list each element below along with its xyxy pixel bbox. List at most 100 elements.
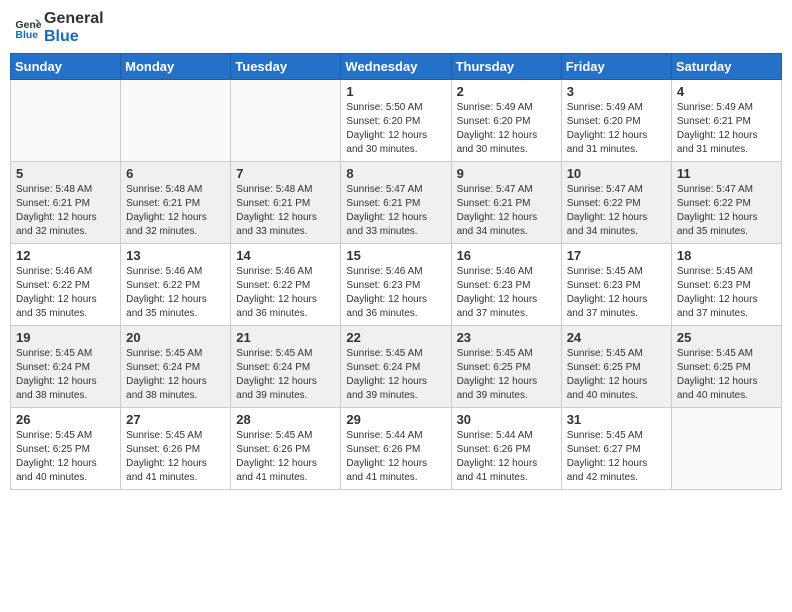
- calendar-cell: 20 Sunrise: 5:45 AM Sunset: 6:24 PM Dayli…: [121, 326, 231, 408]
- day-number: 9: [457, 166, 556, 181]
- day-info: Sunrise: 5:45 AM Sunset: 6:25 PM Dayligh…: [677, 347, 776, 403]
- logo-icon: General Blue: [14, 14, 42, 42]
- svg-text:Blue: Blue: [15, 28, 38, 40]
- calendar-cell: [11, 80, 121, 162]
- logo: General Blue General Blue: [14, 10, 104, 45]
- calendar-cell: 15 Sunrise: 5:46 AM Sunset: 6:23 PM Dayli…: [341, 244, 451, 326]
- calendar-cell: 18 Sunrise: 5:45 AM Sunset: 6:23 PM Dayli…: [671, 244, 781, 326]
- day-info: Sunrise: 5:45 AM Sunset: 6:26 PM Dayligh…: [236, 429, 335, 485]
- day-number: 28: [236, 412, 335, 427]
- day-number: 15: [346, 248, 445, 263]
- day-number: 7: [236, 166, 335, 181]
- day-info: Sunrise: 5:48 AM Sunset: 6:21 PM Dayligh…: [126, 183, 225, 239]
- calendar-week-4: 19 Sunrise: 5:45 AM Sunset: 6:24 PM Dayli…: [11, 326, 782, 408]
- day-info: Sunrise: 5:48 AM Sunset: 6:21 PM Dayligh…: [16, 183, 115, 239]
- day-number: 25: [677, 330, 776, 345]
- calendar-cell: 9 Sunrise: 5:47 AM Sunset: 6:21 PM Daylig…: [451, 162, 561, 244]
- day-number: 14: [236, 248, 335, 263]
- calendar-cell: 12 Sunrise: 5:46 AM Sunset: 6:22 PM Dayli…: [11, 244, 121, 326]
- day-number: 1: [346, 84, 445, 99]
- day-number: 29: [346, 412, 445, 427]
- day-info: Sunrise: 5:44 AM Sunset: 6:26 PM Dayligh…: [346, 429, 445, 485]
- calendar-table: SundayMondayTuesdayWednesdayThursdayFrid…: [10, 53, 782, 490]
- day-info: Sunrise: 5:46 AM Sunset: 6:23 PM Dayligh…: [346, 265, 445, 321]
- calendar-cell: 19Sunrise: 5:45 AM Sunset: 6:24 PM Dayli…: [11, 326, 121, 408]
- day-number: 3: [567, 84, 666, 99]
- calendar-cell: [671, 408, 781, 490]
- day-info: Sunrise: 5:46 AM Sunset: 6:22 PM Dayligh…: [16, 265, 115, 321]
- day-number: 27: [126, 412, 225, 427]
- calendar-cell: 3Sunrise: 5:49 AM Sunset: 6:20 PM Daylig…: [561, 80, 671, 162]
- day-number: 26: [16, 412, 115, 427]
- day-info: Sunrise: 5:45 AM Sunset: 6:27 PM Dayligh…: [567, 429, 666, 485]
- day-info: Sunrise: 5:48 AM Sunset: 6:21 PM Dayligh…: [236, 183, 335, 239]
- day-number: 20: [126, 330, 225, 345]
- calendar-cell: 23 Sunrise: 5:45 AM Sunset: 6:25 PM Dayli…: [451, 326, 561, 408]
- weekday-header-wednesday: Wednesday: [341, 54, 451, 80]
- day-number: 23: [457, 330, 556, 345]
- day-number: 16: [457, 248, 556, 263]
- day-info: Sunrise: 5:49 AM Sunset: 6:20 PM Dayligh…: [457, 101, 556, 157]
- day-info: Sunrise: 5:45 AM Sunset: 6:25 PM Dayligh…: [567, 347, 666, 403]
- calendar-cell: 27Sunrise: 5:45 AM Sunset: 6:26 PM Dayli…: [121, 408, 231, 490]
- weekday-row: SundayMondayTuesdayWednesdayThursdayFrid…: [11, 54, 782, 80]
- calendar-cell: 10Sunrise: 5:47 AM Sunset: 6:22 PM Dayli…: [561, 162, 671, 244]
- day-info: Sunrise: 5:45 AM Sunset: 6:24 PM Dayligh…: [126, 347, 225, 403]
- day-info: Sunrise: 5:45 AM Sunset: 6:25 PM Dayligh…: [16, 429, 115, 485]
- day-info: Sunrise: 5:46 AM Sunset: 6:22 PM Dayligh…: [126, 265, 225, 321]
- page-header: General Blue General Blue: [10, 10, 782, 45]
- day-number: 2: [457, 84, 556, 99]
- day-info: Sunrise: 5:46 AM Sunset: 6:22 PM Dayligh…: [236, 265, 335, 321]
- day-number: 21: [236, 330, 335, 345]
- day-number: 8: [346, 166, 445, 181]
- calendar-week-5: 26 Sunrise: 5:45 AM Sunset: 6:25 PM Dayli…: [11, 408, 782, 490]
- day-number: 12: [16, 248, 115, 263]
- calendar-cell: 13 Sunrise: 5:46 AM Sunset: 6:22 PM Dayli…: [121, 244, 231, 326]
- day-info: Sunrise: 5:47 AM Sunset: 6:21 PM Dayligh…: [457, 183, 556, 239]
- logo-line1: General: [44, 10, 104, 28]
- calendar-header: SundayMondayTuesdayWednesdayThursdayFrid…: [11, 54, 782, 80]
- day-number: 31: [567, 412, 666, 427]
- calendar-cell: 24 Sunrise: 5:45 AM Sunset: 6:25 PM Dayli…: [561, 326, 671, 408]
- day-number: 13: [126, 248, 225, 263]
- weekday-header-sunday: Sunday: [11, 54, 121, 80]
- day-info: Sunrise: 5:45 AM Sunset: 6:24 PM Dayligh…: [346, 347, 445, 403]
- calendar-cell: 8 Sunrise: 5:47 AM Sunset: 6:21 PM Daylig…: [341, 162, 451, 244]
- calendar-cell: [231, 80, 341, 162]
- calendar-week-3: 12 Sunrise: 5:46 AM Sunset: 6:22 PM Dayli…: [11, 244, 782, 326]
- day-number: 24: [567, 330, 666, 345]
- calendar-cell: 4 Sunrise: 5:49 AM Sunset: 6:21 PM Daylig…: [671, 80, 781, 162]
- calendar-week-1: 1 Sunrise: 5:50 AM Sunset: 6:20 PM Daylig…: [11, 80, 782, 162]
- day-info: Sunrise: 5:47 AM Sunset: 6:22 PM Dayligh…: [567, 183, 666, 239]
- calendar-cell: 7 Sunrise: 5:48 AM Sunset: 6:21 PM Daylig…: [231, 162, 341, 244]
- day-number: 19: [16, 330, 115, 345]
- day-number: 11: [677, 166, 776, 181]
- day-info: Sunrise: 5:50 AM Sunset: 6:20 PM Dayligh…: [346, 101, 445, 157]
- day-info: Sunrise: 5:45 AM Sunset: 6:23 PM Dayligh…: [677, 265, 776, 321]
- calendar-cell: 1 Sunrise: 5:50 AM Sunset: 6:20 PM Daylig…: [341, 80, 451, 162]
- calendar-cell: 31 Sunrise: 5:45 AM Sunset: 6:27 PM Dayli…: [561, 408, 671, 490]
- logo-line2: Blue: [44, 28, 104, 46]
- day-info: Sunrise: 5:49 AM Sunset: 6:21 PM Dayligh…: [677, 101, 776, 157]
- calendar-cell: 26 Sunrise: 5:45 AM Sunset: 6:25 PM Dayli…: [11, 408, 121, 490]
- calendar-cell: 29 Sunrise: 5:44 AM Sunset: 6:26 PM Dayli…: [341, 408, 451, 490]
- calendar-cell: 6Sunrise: 5:48 AM Sunset: 6:21 PM Daylig…: [121, 162, 231, 244]
- day-info: Sunrise: 5:44 AM Sunset: 6:26 PM Dayligh…: [457, 429, 556, 485]
- calendar-cell: [121, 80, 231, 162]
- weekday-header-thursday: Thursday: [451, 54, 561, 80]
- day-number: 5: [16, 166, 115, 181]
- weekday-header-friday: Friday: [561, 54, 671, 80]
- day-number: 30: [457, 412, 556, 427]
- calendar-cell: 28 Sunrise: 5:45 AM Sunset: 6:26 PM Dayli…: [231, 408, 341, 490]
- calendar-cell: 22 Sunrise: 5:45 AM Sunset: 6:24 PM Dayli…: [341, 326, 451, 408]
- day-info: Sunrise: 5:47 AM Sunset: 6:21 PM Dayligh…: [346, 183, 445, 239]
- calendar-cell: 11 Sunrise: 5:47 AM Sunset: 6:22 PM Dayli…: [671, 162, 781, 244]
- day-number: 4: [677, 84, 776, 99]
- day-info: Sunrise: 5:46 AM Sunset: 6:23 PM Dayligh…: [457, 265, 556, 321]
- day-info: Sunrise: 5:47 AM Sunset: 6:22 PM Dayligh…: [677, 183, 776, 239]
- day-number: 22: [346, 330, 445, 345]
- day-number: 18: [677, 248, 776, 263]
- day-info: Sunrise: 5:45 AM Sunset: 6:25 PM Dayligh…: [457, 347, 556, 403]
- calendar-cell: 25 Sunrise: 5:45 AM Sunset: 6:25 PM Dayli…: [671, 326, 781, 408]
- calendar-cell: 21Sunrise: 5:45 AM Sunset: 6:24 PM Dayli…: [231, 326, 341, 408]
